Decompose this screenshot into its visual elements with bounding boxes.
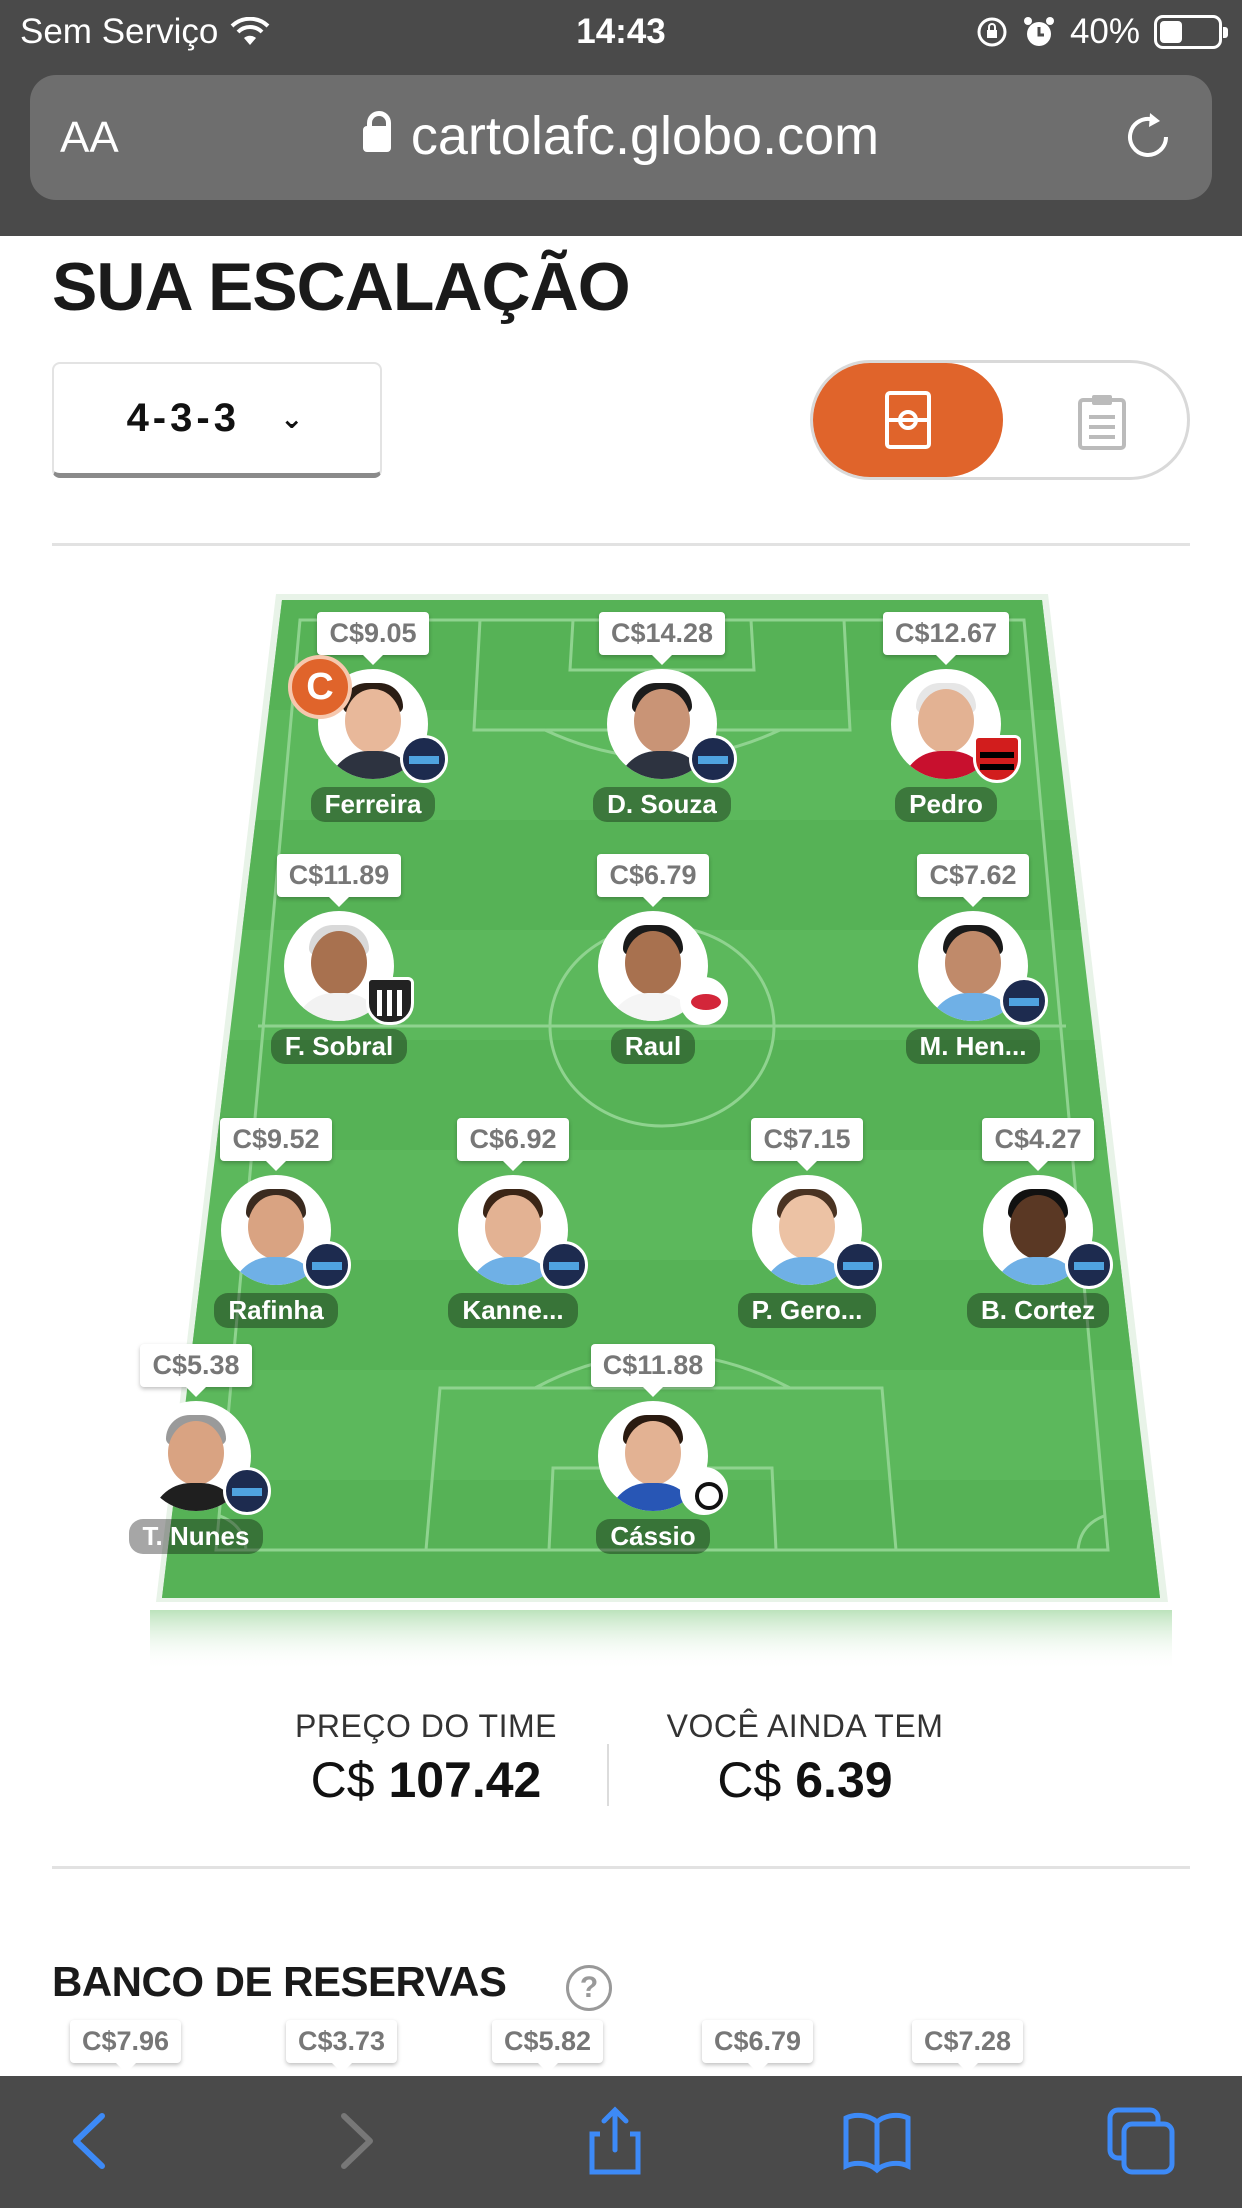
battery-icon — [1154, 15, 1228, 49]
totals-divider — [607, 1744, 609, 1806]
captain-badge[interactable]: C — [288, 655, 352, 719]
gremio-crest-icon — [834, 1241, 882, 1289]
bench-price[interactable]: C$3.73 — [286, 2020, 398, 2073]
player-name: D. Souza — [593, 787, 731, 822]
player-name: Ferreira — [310, 787, 436, 822]
browser-toolbar — [0, 2076, 1242, 2208]
coach-slot[interactable]: C$5.38 T. Nunes — [106, 1344, 286, 1554]
status-bar: Sem Serviço 14:43 40% — [0, 0, 1242, 62]
tabs-icon[interactable] — [1106, 2106, 1176, 2176]
ceara-crest-icon — [366, 977, 414, 1025]
lock-icon — [362, 111, 391, 152]
player-price: C$7.15 — [751, 1118, 863, 1171]
player-name: Rafinha — [214, 1293, 338, 1328]
forward-icon[interactable] — [318, 2106, 388, 2176]
player-slot[interactable]: C$7.15 P. Gero... — [717, 1118, 897, 1328]
divider — [52, 543, 1190, 546]
remaining-value: 6.39 — [795, 1752, 893, 1808]
player-name: Pedro — [895, 787, 997, 822]
player-price: C$6.79 — [597, 854, 709, 907]
player-name: Cássio — [596, 1519, 710, 1554]
bench-title: BANCO DE RESERVAS — [52, 1958, 507, 2005]
player-name: B. Cortez — [966, 1293, 1110, 1328]
coach-name: T. Nunes — [128, 1519, 264, 1554]
gremio-crest-icon — [303, 1241, 351, 1289]
player-slot[interactable]: C$7.62 M. Hen... — [883, 854, 1063, 1064]
player-price: C$11.89 — [276, 854, 402, 907]
team-price-currency: C$ — [310, 1752, 375, 1808]
player-price: C$9.05 — [317, 612, 429, 665]
player-slot[interactable]: C$6.92 Kanne... — [423, 1118, 603, 1328]
player-slot[interactable]: C$6.79 Raul — [563, 854, 743, 1064]
gremio-crest-icon — [540, 1241, 588, 1289]
formation-value: 4-3-3 — [126, 396, 240, 440]
flamengo-crest-icon — [973, 735, 1021, 783]
player-price: C$9.52 — [220, 1118, 332, 1171]
alarm-icon — [1023, 17, 1054, 46]
back-icon[interactable] — [58, 2106, 128, 2176]
player-price: C$12.67 — [882, 612, 1010, 665]
team-price-value: 107.42 — [388, 1752, 542, 1808]
bench-price[interactable]: C$7.28 — [912, 2020, 1024, 2073]
share-icon[interactable] — [580, 2106, 650, 2176]
coach-price: C$5.38 — [140, 1344, 252, 1397]
browser-chrome: Sem Serviço 14:43 40% AA cartolafc.globo… — [0, 0, 1242, 236]
player-slot[interactable]: C$11.89 F. Sobral — [249, 854, 429, 1064]
goalkeeper-slot[interactable]: C$11.88 Cássio — [563, 1344, 743, 1554]
team-price: PREÇO DO TIME C$ 107.42 — [256, 1708, 596, 1809]
view-toggle[interactable] — [810, 360, 1190, 480]
player-price: C$7.62 — [917, 854, 1029, 907]
player-name: F. Sobral — [270, 1029, 408, 1064]
bench-price[interactable]: C$7.96 — [70, 2020, 182, 2073]
gremio-crest-icon — [689, 735, 737, 783]
bookmarks-icon[interactable] — [842, 2106, 912, 2176]
corinthians-crest-icon — [680, 1467, 728, 1515]
battery-percent: 40% — [1069, 12, 1140, 51]
bragantino-crest-icon — [680, 977, 728, 1025]
player-name: Raul — [610, 1029, 696, 1064]
player-name: M. Hen... — [905, 1029, 1041, 1064]
player-price: C$11.88 — [590, 1344, 716, 1397]
field-icon — [885, 391, 931, 449]
reload-icon[interactable] — [1120, 109, 1176, 165]
url-display[interactable]: cartolafc.globo.com — [30, 105, 1212, 167]
address-bar[interactable]: AA cartolafc.globo.com — [30, 75, 1212, 200]
bench-price[interactable]: C$6.79 — [702, 2020, 814, 2073]
gremio-crest-icon — [1000, 977, 1048, 1025]
orientation-lock-icon — [977, 17, 1007, 47]
help-icon[interactable]: ? — [566, 1965, 612, 2011]
player-slot[interactable]: C$14.28 D. Souza — [572, 612, 752, 822]
page-title: SUA ESCALAÇÃO — [52, 249, 631, 325]
player-price: C$6.92 — [457, 1118, 569, 1171]
player-slot[interactable]: C$9.52 Rafinha — [186, 1118, 366, 1328]
gremio-crest-icon — [400, 735, 448, 783]
list-view-button[interactable] — [1077, 393, 1127, 456]
player-price: C$14.28 — [598, 612, 726, 665]
player-slot[interactable]: C$12.67 Pedro — [856, 612, 1036, 822]
team-totals: PREÇO DO TIME C$ 107.42 VOCÊ AINDA TEM C… — [0, 1708, 1242, 1828]
field-view-button[interactable] — [813, 363, 1003, 477]
player-name: P. Gero... — [737, 1293, 877, 1328]
bench-price[interactable]: C$5.82 — [492, 2020, 604, 2073]
soccer-field: C$9.05 C Ferreira C$14.28 D. Souza C$12.… — [0, 580, 1242, 1680]
remaining-label: VOCÊ AINDA TEM — [666, 1708, 944, 1744]
battery-level — [1160, 21, 1183, 43]
remaining-value-row: C$ 6.39 — [640, 1751, 970, 1809]
formation-select[interactable]: 4-3-3 ⌄ — [52, 362, 382, 478]
player-name: Kanne... — [448, 1293, 578, 1328]
player-price: C$4.27 — [982, 1118, 1094, 1171]
status-right: 40% — [976, 12, 1228, 52]
player-slot[interactable]: C$4.27 B. Cortez — [948, 1118, 1128, 1328]
chevron-down-icon: ⌄ — [279, 403, 308, 434]
clipboard-icon — [1078, 395, 1126, 450]
url-text: cartolafc.globo.com — [410, 106, 880, 166]
player-slot[interactable]: C$9.05 C Ferreira — [283, 612, 463, 822]
remaining-budget: VOCÊ AINDA TEM C$ 6.39 — [640, 1708, 970, 1809]
team-price-label: PREÇO DO TIME — [295, 1708, 557, 1744]
gremio-crest-icon — [223, 1467, 271, 1515]
team-price-value-row: C$ 107.42 — [256, 1751, 596, 1809]
remaining-currency: C$ — [717, 1752, 782, 1808]
gremio-crest-icon — [1065, 1241, 1113, 1289]
divider — [52, 1866, 1190, 1869]
